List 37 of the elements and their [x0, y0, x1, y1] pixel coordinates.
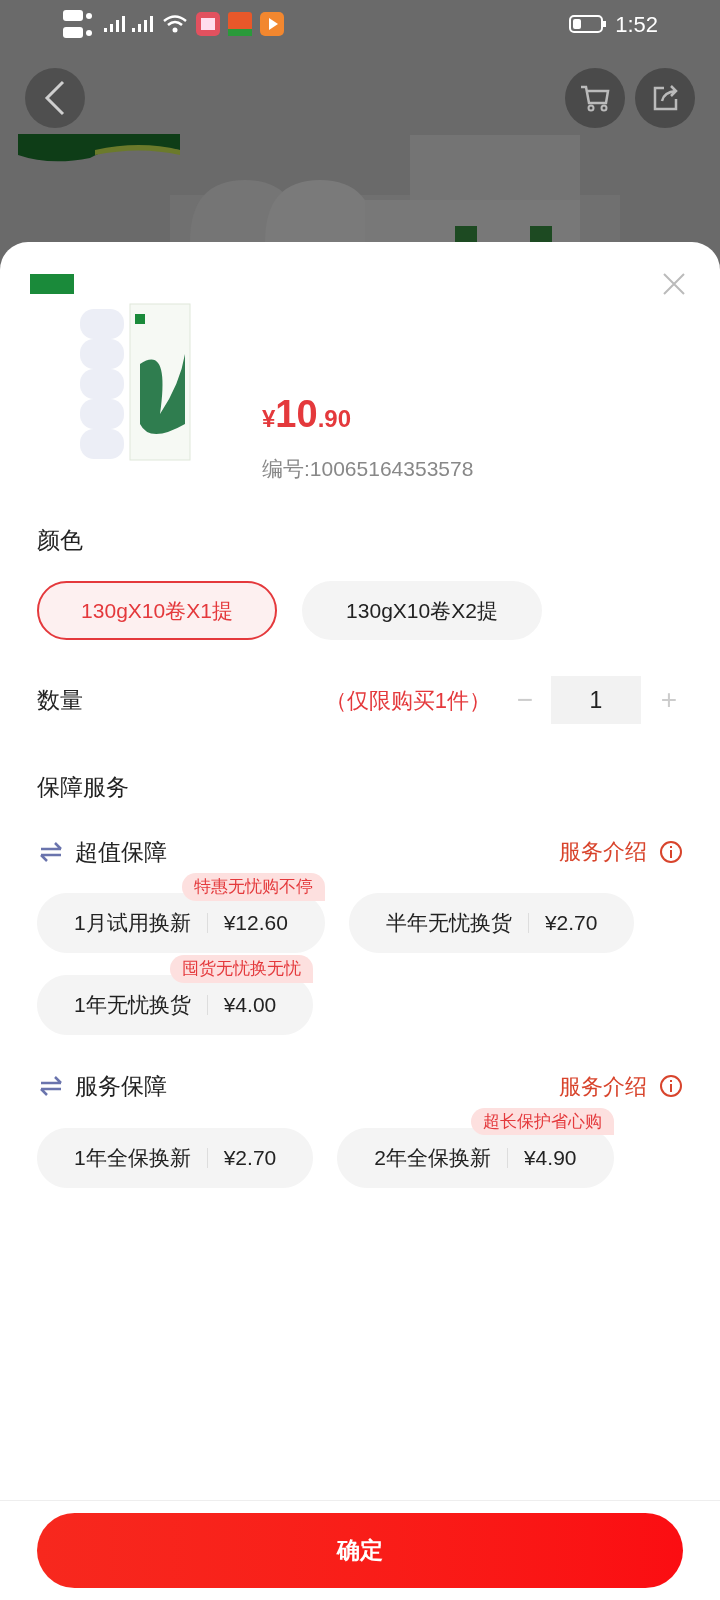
share-button[interactable] [635, 68, 695, 128]
clock: 1:52 [615, 10, 658, 39]
app-notification-icon [228, 12, 252, 36]
confirm-button[interactable]: 确定 [37, 1513, 683, 1588]
service-info-link[interactable]: 服务介绍 [559, 835, 647, 869]
info-icon [659, 1074, 683, 1099]
app-notification-icon [196, 12, 220, 36]
sku-number: 编号:10065164353578 [262, 456, 474, 482]
back-button[interactable] [25, 68, 85, 128]
section-title: 数量 [37, 685, 83, 715]
signal-icon [102, 14, 126, 34]
service-option[interactable]: 1月试用换新 ¥12.60 [37, 893, 325, 953]
hd-indicator-icon [62, 7, 94, 41]
play-icon [260, 12, 284, 36]
signal-icon [130, 14, 154, 34]
service-option[interactable]: 1年全保换新 ¥2.70 [37, 1127, 314, 1188]
service-option[interactable]: 半年无忧换货 ¥2.70 [348, 893, 635, 953]
promo-tag: 囤货无忧换无忧 [170, 955, 314, 983]
color-option[interactable]: 130gX10卷X1提 [37, 581, 277, 640]
back-icon [43, 78, 67, 118]
promo-tag: 特惠无忧购不停 [181, 873, 325, 901]
cart-icon [579, 83, 611, 113]
cart-button[interactable] [565, 68, 625, 128]
battery-icon [569, 14, 608, 34]
close-icon [662, 272, 686, 296]
promo-tag: 超长保护省心购 [470, 1107, 614, 1135]
group-title: 服务保障 [75, 1072, 167, 1101]
wifi-icon [162, 14, 188, 34]
section-title: 颜色 [37, 525, 84, 555]
color-option[interactable]: 130gX10卷X2提 [302, 581, 542, 640]
price: ¥10.90 [262, 392, 352, 437]
group-title: 超值保障 [75, 837, 167, 867]
section-title: 保障服务 [37, 773, 130, 802]
quantity-field[interactable]: 1 [551, 676, 641, 724]
info-icon [659, 839, 683, 864]
service-info-link[interactable]: 服务介绍 [559, 1069, 647, 1103]
purchase-limit-note: （仅限购买1件） [324, 686, 491, 715]
